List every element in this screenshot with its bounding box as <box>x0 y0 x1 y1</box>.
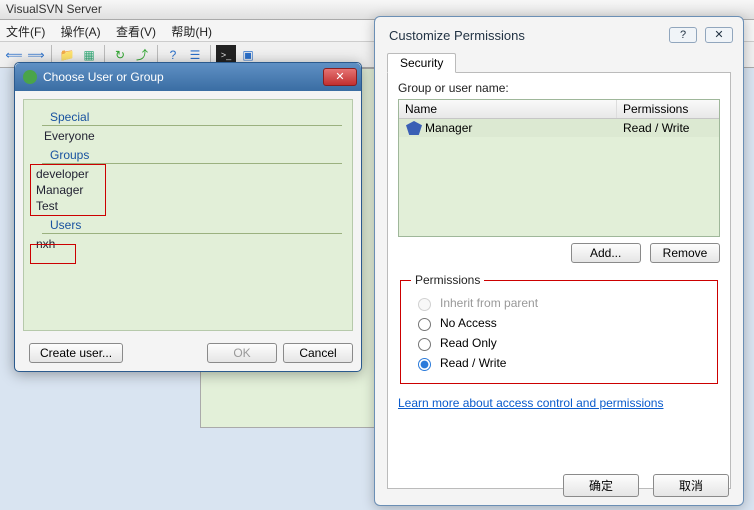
ug-list[interactable]: Special Everyone Groups developer Manage… <box>23 99 353 331</box>
col-perm[interactable]: Permissions <box>617 100 719 118</box>
radio-readwrite[interactable] <box>418 358 431 371</box>
menu-action[interactable]: 操作(A) <box>61 25 101 39</box>
ug-titlebar: Choose User or Group ✕ <box>15 63 361 91</box>
ok-button[interactable]: 确定 <box>563 474 639 497</box>
group-user-label: Group or user name: <box>398 81 720 95</box>
add-button[interactable]: Add... <box>571 243 641 263</box>
create-user-button[interactable]: Create user... <box>29 343 123 363</box>
radio-noaccess[interactable] <box>418 318 431 331</box>
ug-title: Choose User or Group <box>43 70 164 84</box>
help-button[interactable]: ? <box>669 27 697 43</box>
close-icon[interactable]: ✕ <box>323 68 357 86</box>
menu-file[interactable]: 文件(F) <box>6 25 45 39</box>
permissions-group: Permissions Inherit from parent No Acces… <box>400 273 718 384</box>
app-icon <box>23 70 37 84</box>
radio-inherit-label: Inherit from parent <box>440 296 538 310</box>
radio-readonly[interactable] <box>418 338 431 351</box>
item-developer[interactable]: developer <box>34 166 342 182</box>
group-icon <box>406 121 422 135</box>
radio-inherit <box>418 298 431 311</box>
close-button[interactable]: ✕ <box>705 27 733 43</box>
customize-permissions-window: Customize Permissions ? ✕ Security Group… <box>374 16 744 506</box>
col-name[interactable]: Name <box>399 100 617 118</box>
cancel-button[interactable]: 取消 <box>653 474 729 497</box>
menu-view[interactable]: 查看(V) <box>116 25 156 39</box>
radio-noaccess-label: No Access <box>440 316 497 330</box>
user-row[interactable]: Manager Read / Write <box>399 119 719 137</box>
cp-title: Customize Permissions <box>389 28 525 43</box>
radio-readwrite-label: Read / Write <box>440 356 506 370</box>
ok-button[interactable]: OK <box>207 343 277 363</box>
section-groups: Groups <box>42 148 342 164</box>
tab-security[interactable]: Security <box>387 53 456 73</box>
learn-more-link[interactable]: Learn more about access control and perm… <box>398 396 663 410</box>
user-list[interactable]: Name Permissions Manager Read / Write <box>398 99 720 237</box>
item-everyone[interactable]: Everyone <box>42 128 342 144</box>
tabstrip: Security <box>387 53 731 73</box>
remove-button[interactable]: Remove <box>650 243 720 263</box>
item-manager[interactable]: Manager <box>34 182 342 198</box>
menu-help[interactable]: 帮助(H) <box>171 25 212 39</box>
cancel-button[interactable]: Cancel <box>283 343 353 363</box>
tab-content: Group or user name: Name Permissions Man… <box>387 73 731 489</box>
section-users: Users <box>42 218 342 234</box>
permissions-legend: Permissions <box>411 273 484 287</box>
choose-user-group-window: Choose User or Group ✕ Special Everyone … <box>14 62 362 372</box>
row-name: Manager <box>425 121 472 135</box>
radio-readonly-label: Read Only <box>440 336 497 350</box>
item-test[interactable]: Test <box>34 198 342 214</box>
item-nxh[interactable]: nxh <box>34 236 342 252</box>
row-perm: Read / Write <box>617 121 719 135</box>
section-special: Special <box>42 110 342 126</box>
